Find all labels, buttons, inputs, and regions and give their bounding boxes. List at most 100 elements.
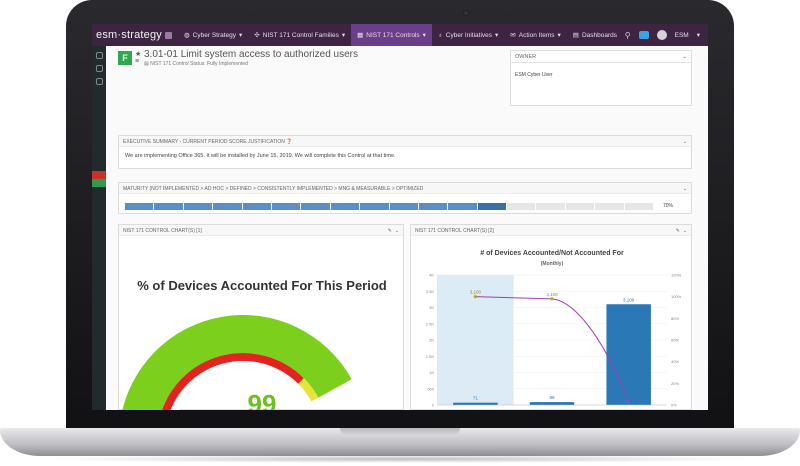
globe-icon: ◍ — [184, 32, 190, 39]
y-left-tick: 2K — [429, 338, 434, 343]
maturity-segment — [389, 203, 419, 210]
dashboard-icon: ▤ — [572, 32, 579, 39]
chat-icon[interactable] — [638, 31, 649, 39]
y-left-tick: 4K — [429, 273, 434, 278]
owner-name: ESM Cyber User — [515, 72, 553, 78]
nav-label: NIST 171 Control Families — [262, 31, 339, 39]
maturity-segment — [183, 203, 214, 210]
left-chart-panel: NIST 171 CONTROL CHART(S) [1] ✎ ⌄ % of De… — [118, 224, 404, 410]
page-title: 3.01-01 Limit system access to authorize… — [144, 49, 358, 60]
y-left-tick: 2.5K — [426, 321, 435, 326]
chevron-down-icon: ▾ — [495, 32, 499, 39]
chevron-down-icon: ▾ — [239, 32, 243, 39]
maturity-segment — [448, 203, 478, 210]
screen: esm·strategy ◍ Cyber Strategy ▾ ✣ NIST 171 … — [92, 24, 708, 410]
maturity-segment — [565, 203, 596, 210]
panel-label: MATURITY (NOT IMPLEMENTED > AD HOC > DEF… — [123, 186, 424, 192]
y-right-tick: 60% — [671, 338, 679, 343]
bar-label: 3,100 — [623, 297, 635, 302]
grade-badge: F — [118, 51, 132, 65]
combo-chart-svg: 0 500 1K 1.5K 2K 2.5K 3K 3.5K 4K 0% 20% 40% 60% 80% 10… — [426, 273, 682, 408]
y-left-tick: 0 — [432, 403, 435, 408]
chevron-down-icon: ▾ — [341, 32, 346, 39]
home-icon[interactable] — [95, 52, 103, 59]
bar — [453, 402, 498, 405]
logo-text: esm·strategy — [96, 29, 162, 41]
main-content: F ★ ≡ 3.01-01 Limit system access to auth… — [106, 46, 708, 410]
avatar[interactable] — [656, 30, 667, 40]
maturity-segment — [360, 203, 390, 210]
bar — [529, 402, 575, 405]
camera-icon — [463, 10, 469, 16]
nav-item-control-families[interactable]: ✣ NIST 171 Control Families ▾ — [248, 24, 351, 46]
clock-icon[interactable] — [95, 78, 103, 85]
maturity-segment — [271, 203, 302, 210]
y-right-tick: 0% — [671, 403, 677, 408]
executive-summary-panel: EXECUTIVE SUMMARY - CURRENT PERIOD SCORE… — [118, 135, 692, 169]
y-left-tick: 1K — [429, 370, 434, 375]
left-rail — [92, 46, 106, 410]
maturity-segment — [301, 203, 331, 210]
y-left-tick: 3K — [429, 305, 434, 310]
line-point — [627, 400, 631, 404]
owner-panel: OWNER ⌄ ESM Cyber User — [510, 50, 692, 106]
line-point — [550, 297, 554, 301]
y-left-tick: 500 — [427, 386, 434, 391]
bar-label: 71 — [473, 396, 479, 401]
line-point — [473, 295, 477, 299]
nav-item-dashboards[interactable]: ▤ Dashboards — [567, 24, 623, 46]
chevron-down-icon[interactable]: ⌄ — [682, 54, 687, 60]
maturity-percent: 70% — [663, 203, 674, 209]
app-logo[interactable]: esm·strategy — [92, 29, 178, 41]
rail-red-indicator — [92, 171, 106, 179]
y-left-tick: 3.5K — [426, 289, 435, 294]
bar — [606, 304, 651, 405]
gauge-svg — [122, 315, 352, 410]
panel-label: EXECUTIVE SUMMARY - CURRENT PERIOD SCORE… — [123, 139, 285, 145]
maturity-segment — [507, 203, 537, 210]
list-icon[interactable] — [95, 65, 103, 72]
control-status: ▤ NIST 171 Control Status: Fully Impleme… — [144, 61, 248, 67]
nav-label: Dashboards — [581, 31, 617, 39]
panel-header: EXECUTIVE SUMMARY - CURRENT PERIOD SCORE… — [119, 136, 691, 147]
user-name[interactable]: ESM — [675, 32, 689, 39]
star-icon[interactable]: ★ ≡ — [135, 50, 141, 65]
y-right-tick: 20% — [671, 381, 679, 386]
status-text: NIST 171 Control Status: Fully Implement… — [150, 61, 248, 67]
chevron-down-icon: ▾ — [696, 32, 700, 39]
search-icon[interactable]: ⚲ — [625, 31, 631, 40]
rail-green-indicator — [92, 179, 106, 187]
chevron-down-icon: ▾ — [557, 32, 561, 39]
y-right-tick: 80% — [671, 316, 679, 321]
help-icon[interactable]: ❓ — [286, 139, 292, 145]
logo-badge-icon — [164, 31, 172, 39]
nav-item-action-items[interactable]: ✉ Action Items ▾ — [504, 24, 566, 46]
nav-item-controls[interactable]: ▦ NIST 171 Controls ▾ — [351, 24, 432, 46]
y-right-tick: 100% — [671, 294, 682, 299]
gauge-value: 99 — [247, 389, 277, 410]
nav-label: Cyber Strategy — [192, 31, 237, 39]
nav-item-cyber-strategy[interactable]: ◍ Cyber Strategy ▾ — [178, 24, 248, 46]
nav-item-cyber-initiatives[interactable]: ♁ Cyber Initiatives ▾ — [432, 24, 504, 46]
nav-label: Cyber Initiatives — [445, 31, 493, 39]
right-chart-panel: NIST 171 CONTROL CHART(S) [2] ✎ ⌄ # of De… — [410, 224, 692, 410]
line-point-label: 3,100 — [470, 290, 482, 295]
bar-label: 89 — [549, 395, 555, 400]
chevron-down-icon[interactable]: ⌄ — [683, 139, 687, 145]
line-point-label: 3,100 — [546, 292, 558, 297]
crosshair-icon: ✣ — [254, 32, 260, 39]
chevron-down-icon[interactable]: ⌄ — [683, 186, 687, 192]
maturity-segment — [330, 203, 361, 210]
maturity-segment — [624, 203, 655, 210]
nav-right: ⚲ ESM ▾ — [625, 30, 708, 40]
bulb-icon: ♁ — [437, 31, 443, 39]
panel-header: MATURITY (NOT IMPLEMENTED > AD HOC > DEF… — [119, 183, 691, 194]
maturity-segment — [242, 203, 272, 210]
laptop-notch — [340, 428, 460, 436]
maturity-segment — [477, 203, 508, 210]
owner-header: OWNER ⌄ — [511, 51, 691, 63]
maturity-segment — [125, 203, 155, 210]
maturity-segment — [418, 203, 449, 210]
owner-label: OWNER — [515, 54, 537, 60]
chevron-down-icon: ▾ — [422, 32, 426, 39]
